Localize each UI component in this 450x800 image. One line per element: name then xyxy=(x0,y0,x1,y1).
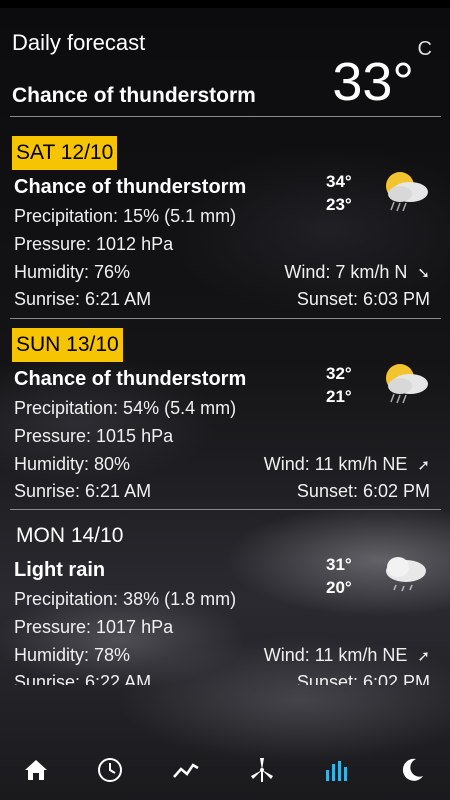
bar-chart-icon xyxy=(326,761,347,781)
high-temp: 32° xyxy=(326,364,352,383)
precipitation: Precipitation: 38% (1.8 mm) xyxy=(14,589,237,609)
bottom-navigation xyxy=(0,738,450,800)
precipitation: Precipitation: 54% (5.4 mm) xyxy=(14,398,237,418)
high-temp: 31° xyxy=(326,555,352,574)
page-title: Daily forecast xyxy=(12,30,146,55)
day-condition: Light rain xyxy=(14,559,106,581)
wind-turbine-icon xyxy=(251,758,273,782)
sunset: Sunset: 6:02 PM xyxy=(296,672,430,685)
clock-icon xyxy=(98,758,122,782)
day-forecast-sat[interactable]: SAT 12/10 Chance of thunderstorm 34° 23°… xyxy=(0,136,450,318)
day-label: MON 14/10 xyxy=(16,524,124,547)
forecast-header: Daily forecast C 33° Chance of thunderst… xyxy=(0,0,450,116)
light-rain-icon xyxy=(386,557,426,592)
high-temp: 34° xyxy=(326,172,352,191)
pressure: Pressure: 1015 hPa xyxy=(14,426,174,446)
nav-hourly[interactable] xyxy=(90,752,130,788)
wind: Wind: 11 km/h NE ➚ xyxy=(264,454,430,475)
divider xyxy=(10,318,441,319)
nav-wind[interactable] xyxy=(242,752,282,788)
nav-daily[interactable] xyxy=(316,752,356,788)
pressure: Pressure: 1017 hPa xyxy=(14,617,174,637)
home-icon xyxy=(25,760,47,780)
graph-icon xyxy=(173,763,199,778)
low-temp: 21° xyxy=(326,387,352,406)
sunrise: Sunrise: 6:21 AM xyxy=(14,481,152,501)
wind-direction-icon: ➘ xyxy=(417,265,430,282)
pressure: Pressure: 1012 hPa xyxy=(14,234,174,254)
moon-icon xyxy=(402,758,423,781)
wind: Wind: 11 km/h NE ➚ xyxy=(264,645,430,666)
thunderstorm-icon xyxy=(386,172,428,212)
humidity: Humidity: 76% xyxy=(14,262,131,282)
sunset: Sunset: 6:02 PM xyxy=(296,481,430,501)
wind-text: Wind: 11 km/h NE xyxy=(263,454,408,474)
day-condition: Chance of thunderstorm xyxy=(14,176,247,198)
nav-home[interactable] xyxy=(16,752,56,788)
wind-text: Wind: 7 km/h N xyxy=(284,262,408,282)
day-forecast-sun[interactable]: SUN 13/10 Chance of thunderstorm 32° 21°… xyxy=(0,328,450,510)
wind-direction-icon: ➚ xyxy=(417,648,430,665)
low-temp: 20° xyxy=(326,578,352,597)
sunset: Sunset: 6:03 PM xyxy=(296,289,430,309)
current-condition: Chance of thunderstorm xyxy=(12,84,256,107)
wind: Wind: 7 km/h N ➘ xyxy=(284,262,430,283)
nav-graph[interactable] xyxy=(166,752,206,788)
sunrise: Sunrise: 6:21 AM xyxy=(14,289,152,309)
day-label: SUN 13/10 xyxy=(12,328,123,362)
humidity: Humidity: 78% xyxy=(14,645,131,665)
thunderstorm-icon xyxy=(386,364,428,404)
sunrise: Sunrise: 6:22 AM xyxy=(14,672,152,685)
low-temp: 23° xyxy=(326,195,352,214)
forecast-list-viewport[interactable]: MON 14/10 Light rain 31° 20° Precipitati… xyxy=(0,509,450,685)
current-temperature: 33° xyxy=(332,52,414,112)
day-condition: Chance of thunderstorm xyxy=(14,368,247,390)
precipitation: Precipitation: 15% (5.1 mm) xyxy=(14,206,237,226)
day-forecast-mon[interactable]: MON 14/10 Light rain 31° 20° Precipitati… xyxy=(0,519,450,685)
temperature-unit[interactable]: C xyxy=(418,38,432,61)
divider xyxy=(10,116,441,117)
day-label: SAT 12/10 xyxy=(12,136,118,170)
wind-direction-icon: ➚ xyxy=(417,457,430,474)
wind-text: Wind: 11 km/h NE xyxy=(263,645,408,665)
humidity: Humidity: 80% xyxy=(14,454,131,474)
nav-moon[interactable] xyxy=(392,752,432,788)
